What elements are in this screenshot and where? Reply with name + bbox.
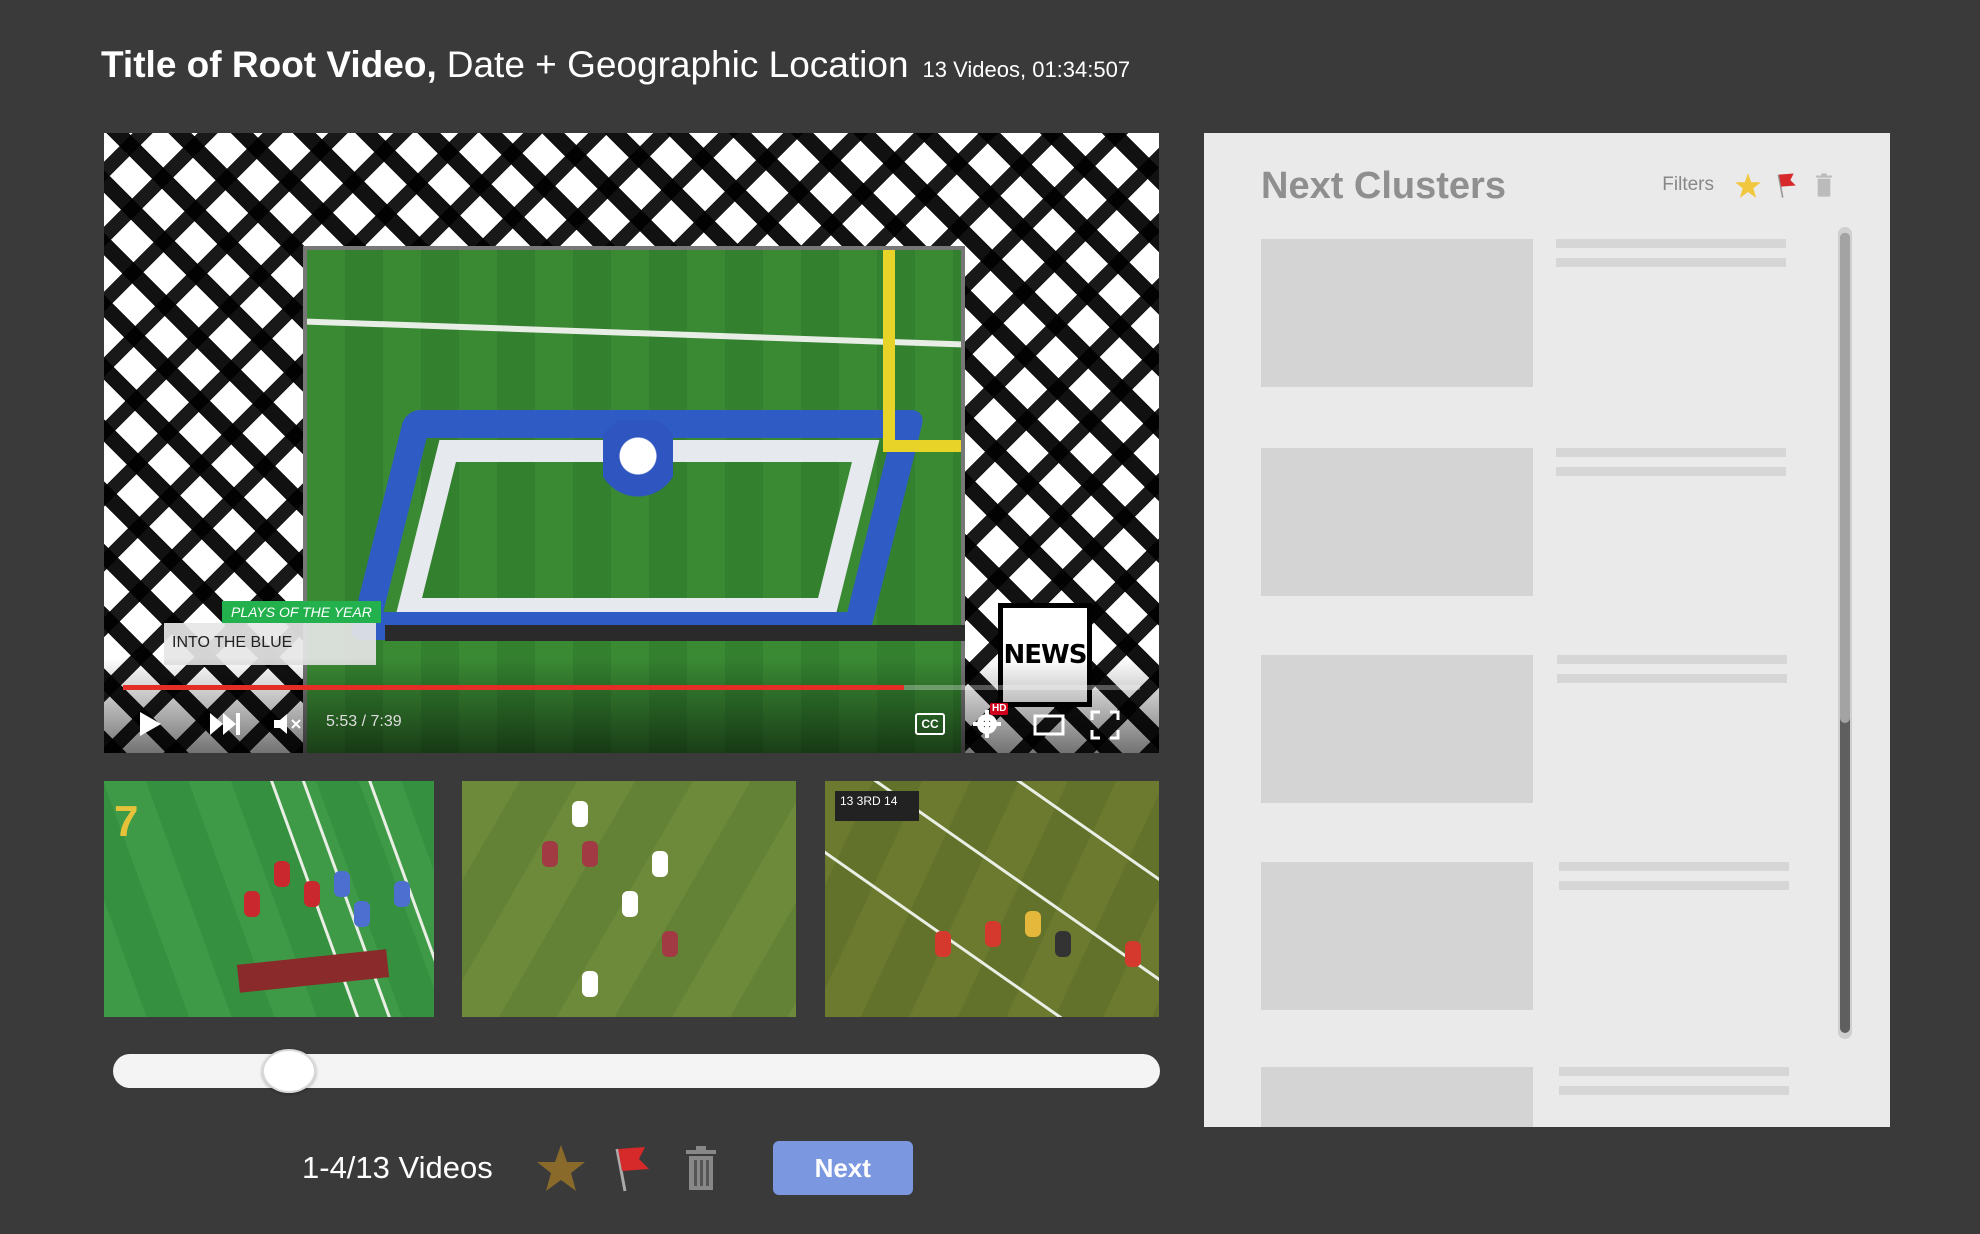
trash-icon[interactable] <box>673 1140 729 1196</box>
filters-bar: Filters <box>1662 169 1840 201</box>
video-time: 5:53 / 7:39 <box>326 713 402 730</box>
hd-badge: HD <box>990 703 1009 715</box>
star-icon[interactable] <box>533 1140 589 1196</box>
root-video-title: Title of Root Video, <box>101 44 437 85</box>
slider-knob[interactable] <box>262 1049 316 1093</box>
progress-fill <box>123 685 905 690</box>
trash-icon[interactable] <box>1808 169 1840 201</box>
cluster-text-placeholder <box>1556 448 1786 457</box>
cluster-text-placeholder <box>1559 881 1789 890</box>
settings-icon[interactable]: HD <box>972 703 1009 745</box>
cc-label: CC <box>915 713 945 735</box>
score-ticker <box>385 625 965 641</box>
flag-icon[interactable] <box>1770 169 1802 201</box>
next-button[interactable]: Next <box>772 1141 913 1195</box>
down-distance-marker <box>236 949 390 993</box>
cluster-text-placeholder <box>1556 239 1786 248</box>
scorebug: 13 3RD 14 <box>835 791 919 821</box>
bottom-toolbar: 1-4/13 Videos Next <box>302 1140 913 1196</box>
mute-icon[interactable] <box>272 711 306 743</box>
next-clusters-panel: Next Clusters Filters <box>1204 133 1890 1127</box>
scrollbar-thumb[interactable] <box>1840 233 1850 1033</box>
cluster-text-placeholder <box>1559 1067 1789 1076</box>
video-thumbnail[interactable] <box>462 781 796 1017</box>
cluster-thumbnail[interactable] <box>1261 655 1533 803</box>
video-count-duration: 13 Videos, 01:34:507 <box>922 57 1131 82</box>
page-header: Title of Root Video, Date + Geographic L… <box>101 44 1130 86</box>
date-location: Date + Geographic Location <box>446 44 909 85</box>
cluster-text-placeholder <box>1557 674 1787 683</box>
cluster-text-placeholder <box>1556 258 1786 267</box>
lower-third-tag: PLAYS OF THE YEAR <box>222 601 381 623</box>
filters-label: Filters <box>1662 174 1714 195</box>
cluster-thumbnail[interactable] <box>1261 862 1533 1010</box>
cc-icon[interactable]: CC <box>915 713 945 735</box>
play-icon[interactable] <box>134 709 164 745</box>
fullscreen-icon[interactable] <box>1090 710 1120 746</box>
cluster-thumbnail[interactable] <box>1261 448 1533 596</box>
thumbnail-overlay-number: 7 <box>114 797 139 846</box>
video-thumbnail[interactable]: 7 <box>104 781 434 1017</box>
cluster-text-placeholder <box>1557 655 1787 664</box>
video-timeline-slider[interactable] <box>113 1049 1160 1093</box>
star-icon[interactable] <box>1732 169 1764 201</box>
flag-icon[interactable] <box>603 1140 659 1196</box>
panel-title: Next Clusters <box>1261 165 1506 207</box>
cluster-text-placeholder <box>1559 862 1789 871</box>
video-progress-bar[interactable] <box>123 685 1140 690</box>
main-video-player[interactable]: PLAYS OF THE YEAR INTO THE BLUE NEWS 5:5… <box>104 133 1159 753</box>
cluster-thumbnail[interactable] <box>1261 1067 1533 1127</box>
panel-scrollbar[interactable] <box>1838 227 1852 1039</box>
video-thumbnail[interactable]: 13 3RD 14 <box>825 781 1159 1017</box>
cluster-text-placeholder <box>1556 467 1786 476</box>
theater-mode-icon[interactable] <box>1033 713 1065 743</box>
videos-range-count: 1-4/13 Videos <box>302 1150 493 1185</box>
skip-next-icon[interactable] <box>208 711 242 743</box>
cluster-thumbnail[interactable] <box>1261 239 1533 387</box>
cluster-text-placeholder <box>1559 1086 1789 1095</box>
